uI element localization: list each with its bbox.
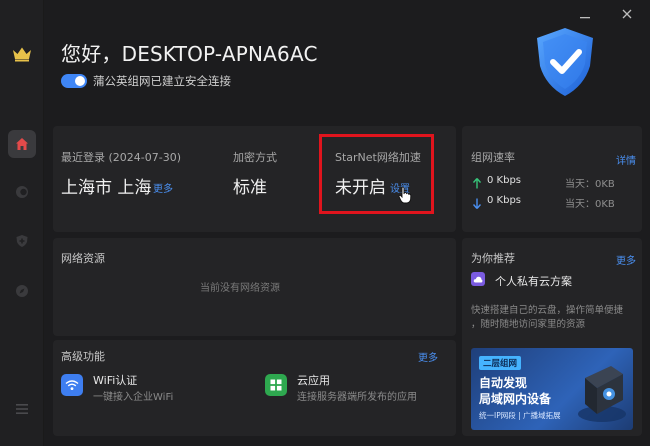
wifi-auth-name: WiFi认证 [93, 374, 138, 387]
wifi-icon [61, 374, 83, 396]
recommend-item-title[interactable]: 个人私有云方案 [495, 273, 572, 289]
sidebar-item-network[interactable] [8, 178, 36, 206]
sidebar-item-security[interactable] [8, 227, 36, 255]
last-login-label-text: 最近登录 [61, 151, 105, 164]
recommend-title: 为你推荐 [471, 252, 515, 265]
compass-icon [15, 284, 29, 298]
last-login-date: (2024-07-30) [108, 151, 182, 164]
cloud-app-name: 云应用 [297, 374, 330, 387]
sidebar-item-home[interactable] [8, 130, 36, 158]
encryption-value: 标准 [233, 178, 267, 198]
upload-today: 当天：0KB [565, 179, 615, 190]
advanced-more-link[interactable]: 更多 [418, 349, 438, 364]
download-speed: 0 Kbps [487, 195, 522, 206]
advanced-title: 高级功能 [61, 350, 105, 363]
banner-tag: 二层组网 [479, 356, 522, 370]
crown-icon [8, 40, 36, 68]
resources-title: 网络资源 [61, 252, 105, 265]
cursor-hand-icon [398, 186, 412, 208]
home-icon [15, 137, 29, 151]
cloud-app-desc: 连接服务器端所发布的应用 [297, 392, 417, 403]
connection-toggle[interactable] [61, 74, 87, 88]
secure-status-text: 蒲公英组网已建立安全连接 [93, 74, 231, 88]
promo-banner[interactable]: 二层组网 自动发现 局域网内设备 统一IP网段 | 广播域拓展 [471, 348, 633, 430]
router-device-icon [575, 358, 629, 428]
banner-line1: 自动发现 [479, 376, 528, 390]
upload-speed: 0 Kbps [487, 175, 522, 186]
sidebar-item-menu[interactable] [8, 395, 36, 423]
cloud-icon [471, 272, 485, 286]
main-content: 您好，DESKTOP-APNA6AC 蒲公英组网已建立安全连接 最近登录 (20… [45, 0, 650, 446]
shield-check-icon [529, 24, 601, 104]
recommend-item-desc-1: 快速搭建自己的云盘，操作简单便捷 [471, 305, 624, 316]
login-more-link[interactable]: 更多 [153, 180, 173, 195]
sidebar [0, 0, 44, 446]
speed-title: 组网速率 [471, 151, 515, 164]
download-today: 当天：0KB [565, 199, 615, 210]
upload-arrow-icon [472, 174, 482, 193]
toggle-knob [75, 76, 85, 86]
starnet-label: StarNet网络加速 [335, 151, 421, 164]
banner-foot-b: 广播域拓展 [523, 411, 561, 420]
close-button[interactable] [619, 6, 635, 20]
greeting-title: 您好，DESKTOP-APNA6AC [61, 42, 318, 66]
shield-plus-icon [15, 234, 29, 248]
globe-icon [15, 185, 29, 199]
banner-footer: 统一IP网段 | 广播域拓展 [479, 411, 561, 420]
download-arrow-icon [472, 194, 482, 213]
recommend-item-desc-2: ，随时随地访问家里的资源 [471, 319, 586, 330]
speed-details-link[interactable]: 详情 [616, 152, 636, 167]
close-icon [622, 4, 632, 23]
minimize-button[interactable] [577, 6, 593, 20]
wifi-auth-desc: 一键接入企业WiFi [93, 392, 174, 403]
last-login-label: 最近登录 (2024-07-30) [61, 149, 181, 165]
menu-icon [15, 403, 29, 415]
banner-line2: 局域网内设备 [479, 392, 552, 406]
encryption-label: 加密方式 [233, 151, 277, 164]
recommend-more-link[interactable]: 更多 [616, 252, 636, 267]
banner-foot-a: 统一IP网段 [479, 411, 516, 420]
resources-empty-text: 当前没有网络资源 [200, 283, 280, 294]
apps-grid-icon [265, 374, 287, 396]
starnet-value: 未开启 [335, 178, 386, 198]
app-window: 您好，DESKTOP-APNA6AC 蒲公英组网已建立安全连接 最近登录 (20… [0, 0, 650, 446]
sidebar-item-discover[interactable] [8, 277, 36, 305]
minimize-icon [580, 4, 590, 23]
login-location: 上海市 上海 [61, 178, 152, 198]
